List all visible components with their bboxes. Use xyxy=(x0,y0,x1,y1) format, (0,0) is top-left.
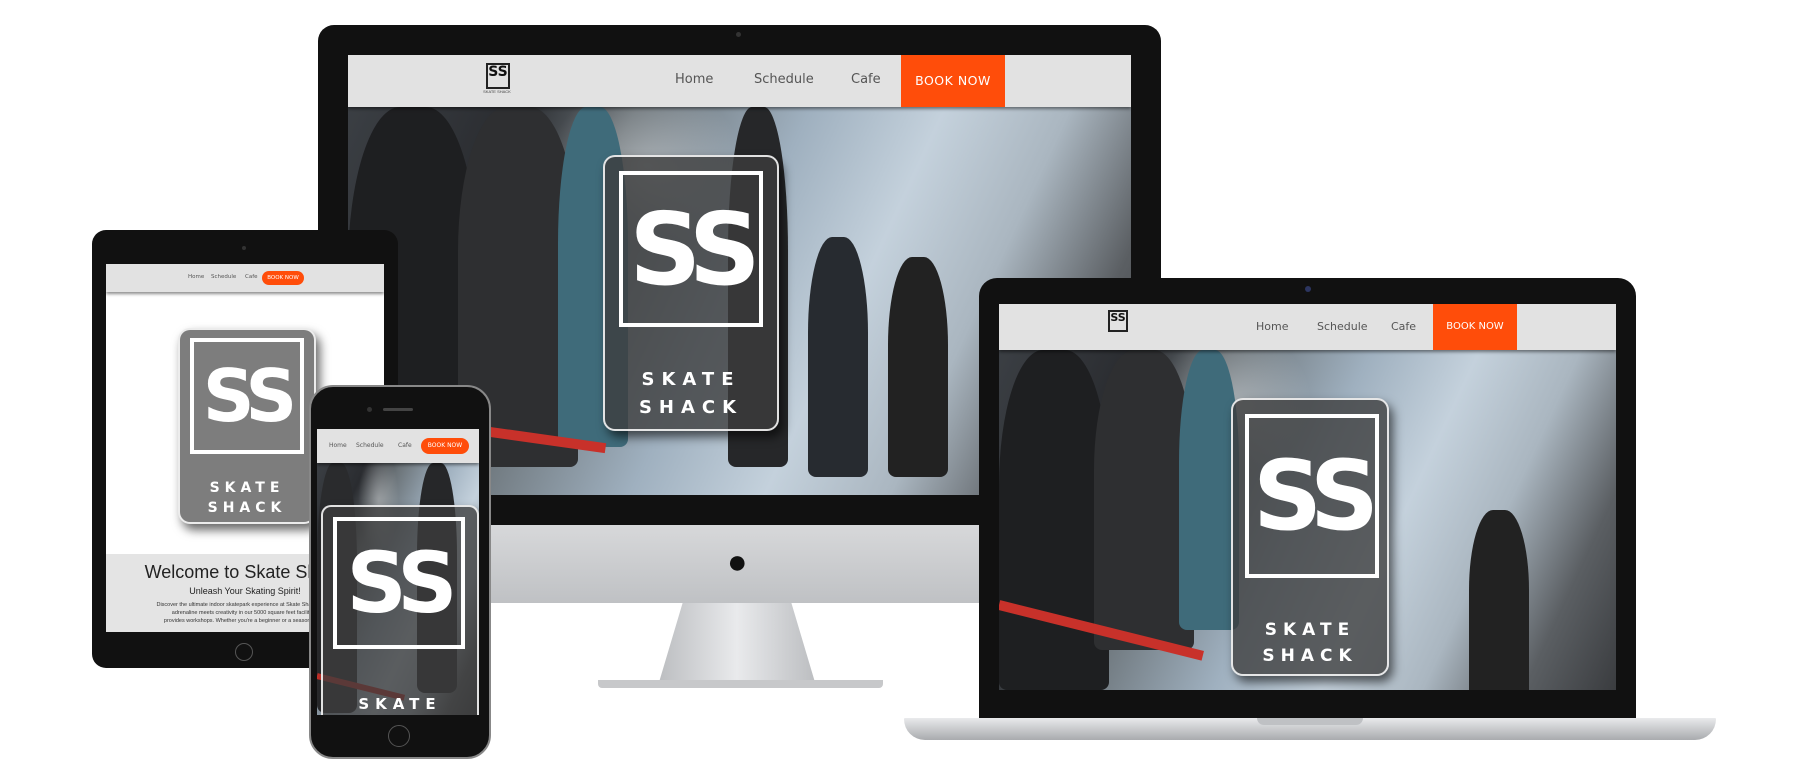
skater-figure xyxy=(999,350,1109,690)
phone-camera xyxy=(367,407,372,412)
skater-figure xyxy=(1179,350,1239,630)
hero-brand-line1: SKATE xyxy=(1264,620,1356,640)
hero-brand-line2: SHACK xyxy=(207,500,287,516)
ss-logo-mark: SS xyxy=(190,338,304,454)
hero-logo-card: SS SKATE xyxy=(321,505,479,715)
monitor-stand xyxy=(658,603,816,683)
skater-figure xyxy=(1469,510,1529,690)
hero-brand-line1: SKATE xyxy=(641,369,741,390)
hero-brand-line1: SKATE xyxy=(209,480,285,496)
skater-figure xyxy=(888,257,948,477)
phone-nav: Home Schedule Cafe BOOK NOW xyxy=(317,429,479,463)
nav-cafe-link[interactable]: Cafe xyxy=(398,442,412,449)
tablet-camera xyxy=(242,246,246,250)
phone-screen: Home Schedule Cafe BOOK NOW SS SKATE xyxy=(317,429,479,715)
phone: Home Schedule Cafe BOOK NOW SS SKATE xyxy=(309,385,491,759)
nav-home-link[interactable]: Home xyxy=(188,274,204,280)
nav-logo[interactable]: SS xyxy=(1108,310,1128,332)
nav-home-link[interactable]: Home xyxy=(1256,320,1288,333)
monitor-stand-base xyxy=(598,680,883,688)
camera xyxy=(736,32,741,37)
tablet-home-button[interactable] xyxy=(235,643,253,661)
hero-logo-card: SS SKATE SHACK xyxy=(1231,398,1389,676)
nav-cafe-link[interactable]: Cafe xyxy=(1391,320,1416,333)
hero-brand-line2: SHACK xyxy=(1262,646,1358,666)
nav-logo[interactable]: SS xyxy=(486,63,510,89)
nav-book-now-button[interactable]: BOOK NOW xyxy=(262,271,304,285)
nav-schedule-link[interactable]: Schedule xyxy=(754,72,814,87)
nav-cafe-link[interactable]: Cafe xyxy=(851,72,881,87)
phone-speaker xyxy=(383,408,413,411)
laptop-camera xyxy=(1305,286,1311,292)
hero-brand-line1: SKATE xyxy=(358,695,442,713)
hero-brand-line2: SHACK xyxy=(638,397,744,418)
nav-home-link[interactable]: Home xyxy=(329,442,347,449)
phone-home-button[interactable] xyxy=(388,725,410,747)
nav-schedule-link[interactable]: Schedule xyxy=(211,274,236,280)
ss-logo-mark: SS xyxy=(619,171,763,327)
nav-cafe-link[interactable]: Cafe xyxy=(245,274,258,280)
laptop-nav: SS Home Schedule Cafe BOOK NOW xyxy=(999,304,1616,350)
laptop-screen: SS Home Schedule Cafe BOOK NOW SS SKATE … xyxy=(999,304,1616,690)
laptop-notch xyxy=(1257,718,1363,725)
laptop-hero-image: SS SKATE SHACK xyxy=(999,350,1616,690)
nav-book-now-button[interactable]: BOOK NOW xyxy=(421,438,469,454)
ss-logo-mark: SS xyxy=(1245,414,1379,578)
nav-schedule-link[interactable]: Schedule xyxy=(356,442,384,449)
phone-hero-image: SS SKATE xyxy=(317,463,479,715)
tablet-nav: Home Schedule Cafe BOOK NOW xyxy=(106,264,384,292)
nav-schedule-link[interactable]: Schedule xyxy=(1317,320,1368,333)
hero-logo-card: SS SKATE SHACK xyxy=(178,328,316,524)
hero-logo-card: SS SKATE SHACK xyxy=(603,155,779,431)
nav-book-now-button[interactable]: BOOK NOW xyxy=(1433,304,1517,350)
ss-logo-mark: SS xyxy=(333,517,465,649)
nav-logo-caption: SKATE SHACK xyxy=(483,89,511,94)
nav-home-link[interactable]: Home xyxy=(675,72,713,87)
apple-logo-icon: ● xyxy=(727,543,748,581)
laptop: SS Home Schedule Cafe BOOK NOW SS SKATE … xyxy=(979,278,1636,720)
desktop-nav: SS SKATE SHACK Home Schedule Cafe BOOK N… xyxy=(348,55,1131,107)
laptop-base xyxy=(904,718,1716,740)
skater-figure xyxy=(808,237,868,477)
nav-book-now-button[interactable]: BOOK NOW xyxy=(901,55,1005,107)
